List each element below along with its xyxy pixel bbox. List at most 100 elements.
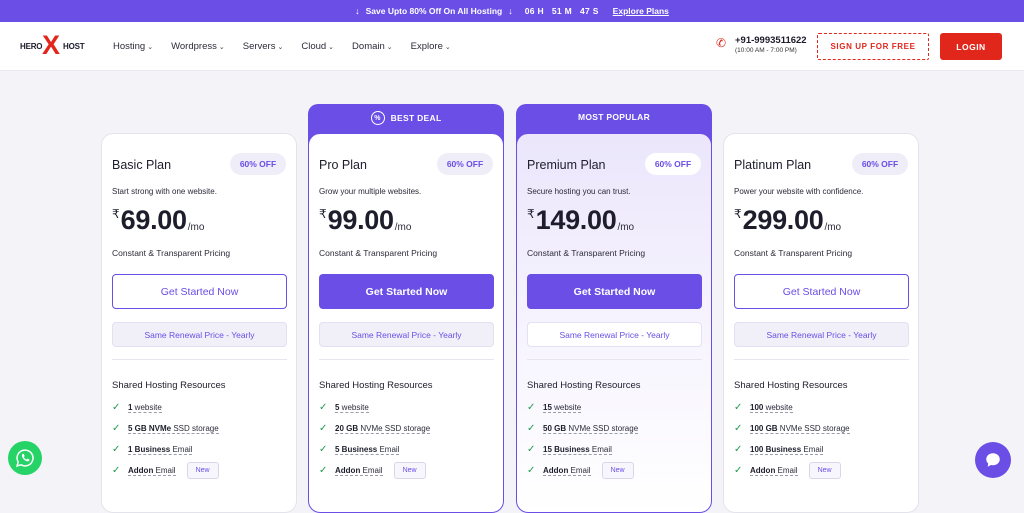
check-icon: ✓ [319,423,328,434]
check-icon: ✓ [527,444,536,455]
divider [112,359,287,360]
feature-item: ✓ 5 Business Email [319,444,400,455]
discount-badge: 60% OFF [645,153,701,175]
menu-hosting[interactable]: Hosting ⌄ [113,41,153,52]
plan-card-pro: Pro Plan 60% OFF Grow your multiple webs… [308,133,504,513]
new-badge: New [601,462,634,479]
whatsapp-icon [16,449,34,467]
feature-item: ✓ 1 website [112,402,162,413]
check-icon: ✓ [319,465,328,476]
feature-item: ✓ Addon Email New [527,462,634,479]
check-icon: ✓ [527,402,536,413]
divider [319,359,494,360]
plan-price: ₹69.00/mo [112,205,205,235]
check-icon: ✓ [112,402,121,413]
renewal-note: Same Renewal Price - Yearly [319,322,494,347]
plan-tagline: Secure hosting you can trust. [527,187,631,196]
resources-title: Shared Hosting Resources [734,380,848,391]
new-badge: New [393,462,426,479]
feature-item: ✓ 100 website [734,402,793,413]
feature-item: ✓ 100 Business Email [734,444,824,455]
resources-title: Shared Hosting Resources [527,380,641,391]
pricing-note: Constant & Transparent Pricing [734,248,853,258]
plan-name: Pro Plan [319,158,367,172]
down-arrow-icon: ↓ [355,6,360,16]
renewal-note: Same Renewal Price - Yearly [112,322,287,347]
phone-icon: ✆ [716,36,727,50]
chat-button[interactable] [975,442,1011,478]
renewal-note: Same Renewal Price - Yearly [734,322,909,347]
plan-tagline: Start strong with one website. [112,187,217,196]
check-icon: ✓ [734,465,743,476]
plan-tagline: Power your website with confidence. [734,187,864,196]
phone-contact[interactable]: ✆ +91-9993511622 (10:00 AM - 7:00 PM) [716,35,807,54]
get-started-button[interactable]: Get Started Now [112,274,287,309]
menu-domain[interactable]: Domain ⌄ [352,41,393,52]
feature-item: ✓ 5 GB NVMe SSD storage [112,423,219,434]
plan-name: Platinum Plan [734,158,812,172]
plan-price: ₹149.00/mo [527,205,635,235]
resources-title: Shared Hosting Resources [112,380,226,391]
plan-name: Premium Plan [527,158,606,172]
plan-tagline: Grow your multiple websites. [319,187,422,196]
down-arrow-icon: ↓ [508,6,513,16]
check-icon: ✓ [734,423,743,434]
signup-button[interactable]: SIGN UP FOR FREE [817,33,929,60]
divider [734,359,909,360]
feature-item: ✓ 20 GB NVMe SSD storage [319,423,431,434]
divider [527,359,702,360]
plan-card-premium: Premium Plan 60% OFF Secure hosting you … [516,133,712,513]
feature-item: ✓ 50 GB NVMe SSD storage [527,423,639,434]
plan-price: ₹99.00/mo [319,205,412,235]
plan-card-basic: Basic Plan 60% OFF Start strong with one… [101,133,297,513]
pricing-note: Constant & Transparent Pricing [112,248,231,258]
check-icon: ✓ [112,423,121,434]
phone-number: +91-9993511622 [735,35,807,46]
menu-wordpress[interactable]: Wordpress ⌄ [171,41,225,52]
check-icon: ✓ [112,465,121,476]
plan-card-platinum: Platinum Plan 60% OFF Power your website… [723,133,919,513]
new-badge: New [186,462,219,479]
check-icon: ✓ [527,465,536,476]
check-icon: ✓ [319,444,328,455]
feature-item: ✓ 5 website [319,402,369,413]
feature-item: ✓ 15 Business Email [527,444,612,455]
chevron-down-icon: ⌄ [444,43,451,51]
get-started-button[interactable]: Get Started Now [734,274,909,309]
feature-item: ✓ 1 Business Email [112,444,193,455]
check-icon: ✓ [527,423,536,434]
whatsapp-button[interactable] [8,441,42,475]
get-started-button[interactable]: Get Started Now [319,274,494,309]
feature-item: ✓ Addon Email New [319,462,426,479]
check-icon: ✓ [319,402,328,413]
support-hours: (10:00 AM - 7:00 PM) [735,47,797,54]
feature-item: ✓ Addon Email New [112,462,219,479]
chevron-down-icon: ⌄ [328,43,335,51]
promo-bar: ↓ Save Upto 80% Off On All Hosting ↓ 06 … [0,0,1024,22]
pricing-note: Constant & Transparent Pricing [319,248,438,258]
promo-text: Save Upto 80% Off On All Hosting [365,6,503,16]
menu-explore[interactable]: Explore ⌄ [411,41,451,52]
main-menu: Hosting ⌄ Wordpress ⌄ Servers ⌄ Cloud ⌄ Doma… [113,22,469,71]
new-badge: New [808,462,841,479]
plan-name: Basic Plan [112,158,172,172]
check-icon: ✓ [734,402,743,413]
menu-cloud[interactable]: Cloud ⌄ [301,41,334,52]
login-button[interactable]: LOGIN [940,33,1002,60]
explore-plans-link[interactable]: Explore Plans [613,6,669,16]
herohost-logo[interactable]: HERO X HOST [20,32,90,61]
check-icon: ✓ [112,444,121,455]
feature-item: ✓ Addon Email New [734,462,841,479]
chevron-down-icon: ⌄ [277,43,284,51]
discount-badge: 60% OFF [230,153,286,175]
countdown-timer: 06 H 51 M 47 S [524,6,599,16]
chevron-down-icon: ⌄ [218,43,225,51]
header-nav: HERO X HOST Hosting ⌄ Wordpress ⌄ Servers ⌄… [0,22,1024,71]
chevron-down-icon: ⌄ [386,43,393,51]
pricing-note: Constant & Transparent Pricing [527,248,646,258]
feature-item: ✓ 100 GB NVMe SSD storage [734,423,850,434]
discount-badge: 60% OFF [852,153,908,175]
menu-servers[interactable]: Servers ⌄ [243,41,284,52]
percent-badge-icon: % [370,111,385,125]
get-started-button[interactable]: Get Started Now [527,274,702,309]
